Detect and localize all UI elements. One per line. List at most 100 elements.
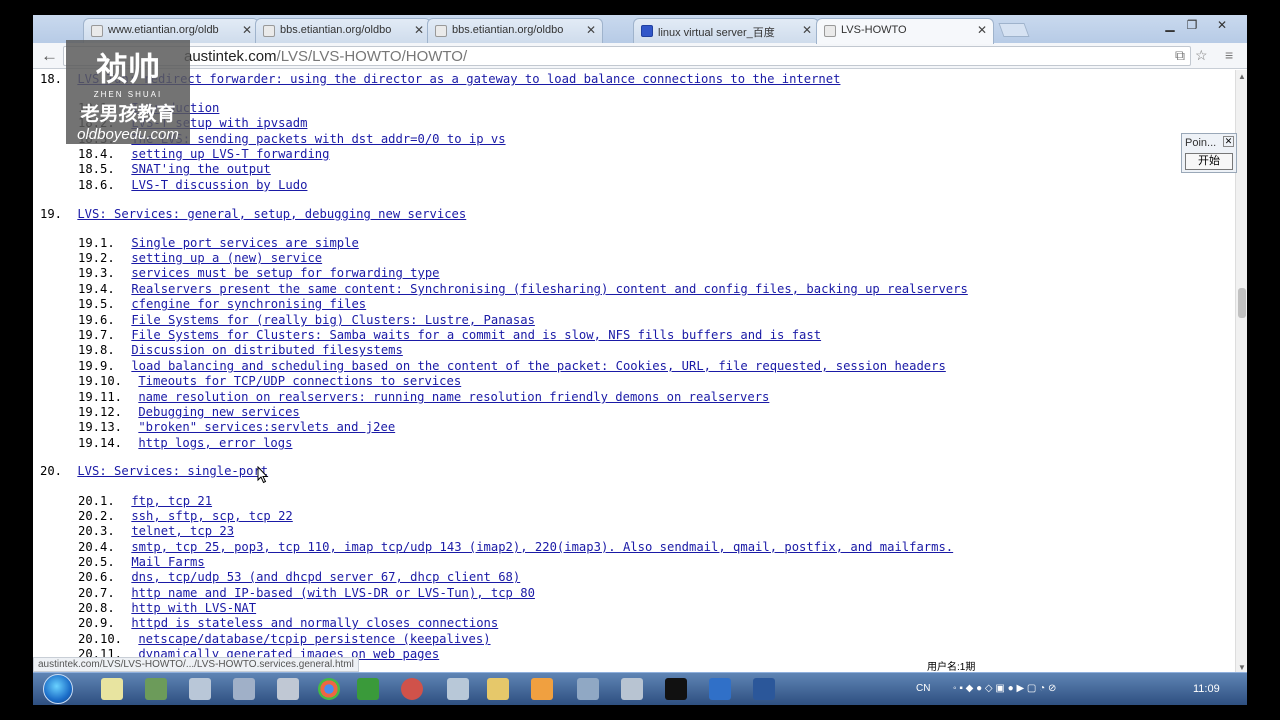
toc-item: 19.6. File Systems for (really big) Clus… [78,313,535,327]
toc-link[interactable]: Debugging new services [138,405,299,419]
item-number: 19.13. [78,420,123,434]
toc-link[interactable]: Timeouts for TCP/UDP connections to serv… [138,374,461,388]
tray-icons[interactable]: ◦ ▪ ◆ ● ◇ ▣ ● ▶ ▢ ◔ ⊘ [953,683,1056,694]
close-tab-icon[interactable]: ✕ [414,23,424,37]
toc-link[interactable]: dns, tcp/udp 53 (and dhcpd server 67, dh… [131,570,520,584]
close-tab-icon[interactable]: ✕ [977,23,987,37]
tab-5-active[interactable]: LVS-HOWTO ✕ [816,18,994,44]
word-icon[interactable] [753,678,775,700]
start-orb-icon[interactable] [43,674,73,704]
tab-title: bbs.etiantian.org/oldbo [452,24,564,36]
orange-app-icon[interactable] [531,678,553,700]
toc-link[interactable]: Realservers present the same content: Sy… [131,282,967,296]
watermark-big-text: 祯帅 [95,50,160,88]
item-number: 19. [40,207,63,221]
toc-link[interactable]: http with LVS-NAT [131,601,256,615]
scroll-up-icon[interactable]: ▲ [1238,72,1246,81]
toc-item: 18.6. LVS-T discussion by Ludo [78,178,307,192]
toc-link[interactable]: Single port services are simple [131,236,358,250]
tool2-icon[interactable] [621,678,643,700]
address-bar[interactable]: austintek.com/LVS/LVS-HOWTO/HOWTO/ [63,46,1191,66]
tab-4[interactable]: linux virtual server_百度 ✕ [633,18,819,43]
sail-app-icon[interactable] [709,678,731,700]
item-number: 19.3. [78,266,115,280]
toc-link[interactable]: setting up LVS-T forwarding [131,147,329,161]
toc-link[interactable]: http logs, error logs [138,436,292,450]
item-number: 18.5. [78,162,115,176]
item-number: 19.6. [78,313,115,327]
toc-link[interactable]: File Systems for (really big) Clusters: … [131,313,535,327]
toc-link[interactable]: http name and IP-based (with LVS-DR or L… [131,586,535,600]
watermark-pinyin: ZHEN SHUAI [93,90,163,99]
star-icon[interactable]: ☆ [1195,47,1208,64]
toc-link[interactable]: telnet, tcp 23 [131,524,234,538]
toc-item: 20.6. dns, tcp/udp 53 (and dhcpd server … [78,570,520,584]
toc-link[interactable]: File Systems for Clusters: Samba waits f… [131,328,821,342]
toc-link[interactable]: cfengine for synchronising files [131,297,366,311]
item-number: 19.11. [78,390,123,404]
scroll-down-icon[interactable]: ▼ [1238,663,1246,672]
item-number: 19.12. [78,405,123,419]
pointer-widget-title: Poin... [1185,137,1217,149]
toc-link[interactable]: SNAT'ing the output [131,162,270,176]
close-tab-icon[interactable]: ✕ [586,23,596,37]
toc-link[interactable]: smtp, tcp 25, pop3, tcp 110, imap tcp/ud… [131,540,953,554]
toc-item: 19.2. setting up a (new) service [78,251,322,265]
tab-title: LVS-HOWTO [841,24,907,36]
menu-icon[interactable]: ≡ [1225,47,1233,63]
toc-link[interactable]: ftp, tcp 21 [131,494,212,508]
translate-icon[interactable]: ⧉ [1175,47,1185,64]
close-window-icon[interactable]: ✕ [1211,17,1233,33]
window-app-icon[interactable] [577,678,599,700]
toc-link[interactable]: LVS-T discussion by Ludo [131,178,307,192]
settings-app-icon[interactable] [277,678,299,700]
cmd-icon[interactable] [665,678,687,700]
close-tab-icon[interactable]: ✕ [802,23,812,37]
page-icon [91,25,103,37]
section-link[interactable]: LVS-Tun: redirect forwarder: using the d… [77,72,840,86]
close-icon[interactable]: ✕ [1223,136,1234,147]
new-tab-button[interactable] [998,23,1030,37]
toc-link[interactable]: load balancing and scheduling based on t… [131,359,945,373]
green-app-icon[interactable] [357,678,379,700]
folder-icon[interactable] [487,678,509,700]
section-link[interactable]: LVS: Services: general, setup, debugging… [77,207,466,221]
minimize-icon[interactable]: ▁ [1159,17,1181,33]
toc-item: 19.7. File Systems for Clusters: Samba w… [78,328,821,342]
toc-link[interactable]: services must be setup for forwarding ty… [131,266,439,280]
toc-link[interactable]: "broken" services:servlets and j2ee [138,420,395,434]
toc-link[interactable]: name resolution on realservers: running … [138,390,769,404]
start-button[interactable]: 开始 [1185,153,1233,170]
toc-link[interactable]: ssh, sftp, scp, tcp 22 [131,509,292,523]
bird-app-icon[interactable] [401,678,423,700]
section-link[interactable]: LVS: Services: single-port [77,464,268,478]
tab-3[interactable]: bbs.etiantian.org/oldbo ✕ [427,18,603,43]
tab-2[interactable]: bbs.etiantian.org/oldbo ✕ [255,18,431,43]
notepad-icon[interactable] [101,678,123,700]
tool-icon[interactable] [189,678,211,700]
scrollbar-thumb[interactable] [1238,288,1246,318]
toc-item: 19.5. cfengine for synchronising files [78,297,366,311]
item-number: 20.4. [78,540,115,554]
close-tab-icon[interactable]: ✕ [242,23,252,37]
pen-icon[interactable] [233,678,255,700]
terminal-app-icon[interactable] [447,678,469,700]
toc-link[interactable]: setting up a (new) service [131,251,322,265]
item-number: 19.10. [78,374,123,388]
taskbar: CN ◦ ▪ ◆ ● ◇ ▣ ● ▶ ▢ ◔ ⊘ 11:09 [33,672,1247,705]
toc-item: 19.11. name resolution on realservers: r… [78,390,769,404]
item-number: 20.10. [78,632,123,646]
toc-link[interactable]: httpd is stateless and normally closes c… [131,616,498,630]
tab-title: linux virtual server_百度 [658,27,775,39]
toc-link[interactable]: Discussion on distributed filesystems [131,343,403,357]
item-number: 18.6. [78,178,115,192]
restore-icon[interactable]: ❐ [1181,17,1203,33]
chrome-icon[interactable] [318,678,340,700]
baidu-icon [641,25,653,37]
toc-link[interactable]: Mail Farms [131,555,204,569]
network-icon[interactable] [145,678,167,700]
toc-link[interactable]: netscape/database/tcpip persistence (kee… [138,632,490,646]
item-number: 19.4. [78,282,115,296]
ime-indicator[interactable]: CN [916,683,930,694]
back-arrow-icon[interactable]: ← [41,46,58,66]
